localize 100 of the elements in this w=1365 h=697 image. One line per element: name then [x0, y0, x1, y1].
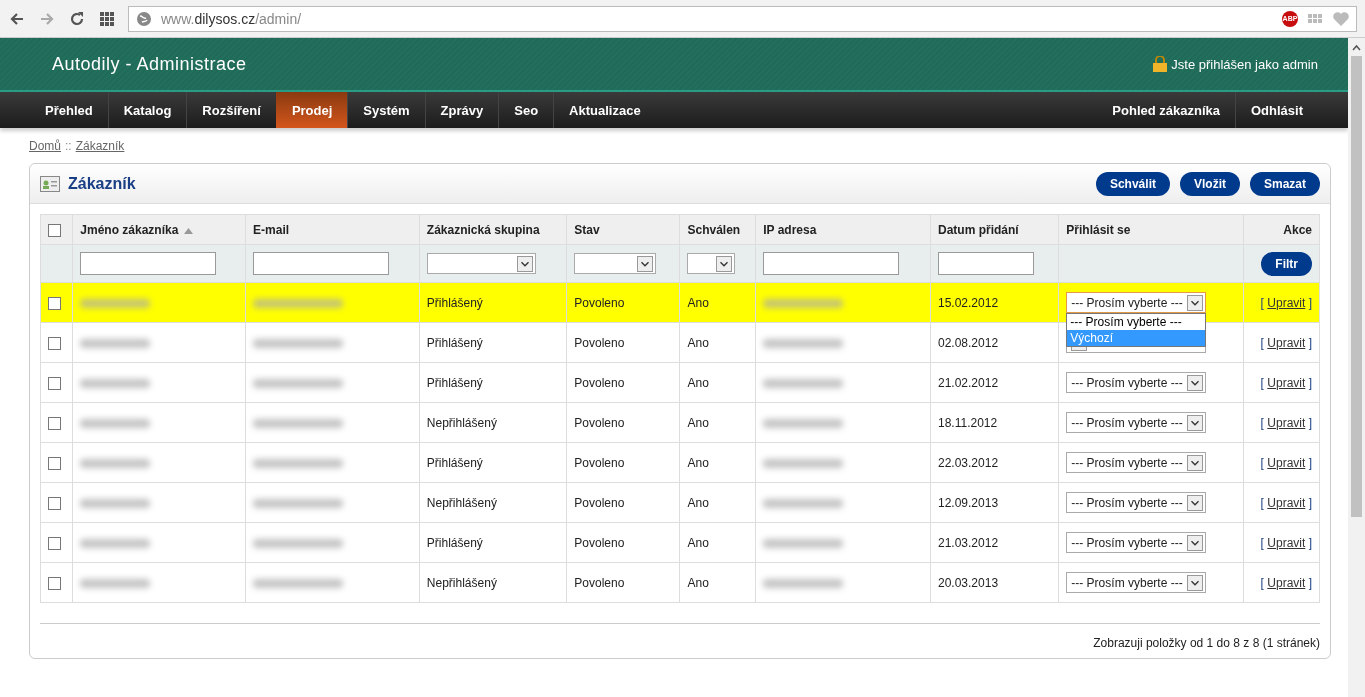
edit-link[interactable]: Upravit	[1267, 575, 1306, 590]
column-header[interactable]: Zákaznická skupina	[419, 214, 567, 245]
nav-tab[interactable]: Prodej	[275, 92, 348, 128]
nav-tab[interactable]: Odhlásit	[1235, 92, 1318, 128]
group-text: Přihlášený	[426, 455, 483, 470]
status-text: Povoleno	[574, 495, 625, 510]
nav-tab[interactable]: Aktualizace	[553, 92, 656, 128]
group-text: Přihlášený	[426, 375, 483, 390]
bracket: ]	[1308, 535, 1312, 550]
edit-link[interactable]: Upravit	[1267, 375, 1306, 390]
bracket: [	[1260, 295, 1264, 310]
apps-grid-icon[interactable]	[98, 9, 116, 28]
login-dropdown[interactable]: --- Prosím vyberte ---	[1066, 492, 1207, 513]
login-dropdown[interactable]: --- Prosím vyberte ---	[1066, 572, 1207, 593]
column-header[interactable]: Jméno zákazníka	[72, 214, 246, 245]
bracket: [	[1260, 495, 1264, 510]
login-dropdown[interactable]: --- Prosím vyberte ---	[1066, 412, 1207, 433]
bracket: [	[1260, 375, 1264, 390]
edit-link[interactable]: Upravit	[1267, 295, 1306, 310]
breadcrumb-separator: ::	[65, 139, 72, 153]
redacted-text	[80, 418, 151, 428]
breadcrumb-link[interactable]: Zákazník	[75, 139, 125, 153]
group-text: Přihlášený	[426, 335, 483, 350]
status-text: Povoleno	[574, 375, 625, 390]
date-text: 12.09.2013	[938, 495, 999, 510]
row-checkbox[interactable]	[48, 576, 61, 590]
action-button[interactable]: Schválit	[1095, 171, 1170, 196]
bracket: ]	[1308, 575, 1312, 590]
redacted-text	[80, 378, 151, 388]
approved-text: Ano	[687, 335, 709, 350]
login-dropdown[interactable]: --- Prosím vyberte ---	[1066, 292, 1207, 313]
column-header[interactable]: Akce	[1243, 214, 1320, 245]
filter-field[interactable]	[763, 252, 900, 275]
column-header[interactable]: E-mail	[245, 214, 420, 245]
row-checkbox[interactable]	[48, 296, 61, 310]
breadcrumb-link[interactable]: Domů	[29, 139, 61, 153]
column-header[interactable]: IP adresa	[755, 214, 931, 245]
column-header[interactable]: Stav	[566, 214, 680, 245]
login-dropdown[interactable]: --- Prosím vyberte ---	[1066, 452, 1207, 473]
redacted-text	[80, 578, 151, 588]
date-text: 15.02.2012	[938, 295, 999, 310]
redacted-text	[80, 498, 151, 508]
edit-link[interactable]: Upravit	[1267, 495, 1306, 510]
select-all-checkbox[interactable]	[48, 223, 61, 237]
bracket: ]	[1308, 455, 1312, 470]
action-button[interactable]: Smazat	[1249, 171, 1320, 196]
nav-tab[interactable]: Přehled	[30, 92, 108, 128]
approved-text: Ano	[687, 455, 709, 470]
redacted-text	[80, 338, 151, 348]
filter-field[interactable]	[938, 252, 1034, 275]
row-checkbox[interactable]	[48, 416, 61, 430]
filter-dropdown[interactable]	[687, 253, 736, 274]
action-button[interactable]: Vložit	[1179, 171, 1240, 196]
nav-tab[interactable]: Rozšíření	[186, 92, 276, 128]
bracket: ]	[1308, 375, 1312, 390]
pagination-text: Zobrazuji položky od 1 do 8 z 8 (1 stránek)	[1093, 636, 1320, 650]
row-checkbox[interactable]	[48, 536, 61, 550]
date-text: 20.03.2013	[938, 575, 999, 590]
nav-tab[interactable]: Seo	[498, 92, 554, 128]
row-checkbox[interactable]	[48, 376, 61, 390]
login-status: Jste přihlášen jako admin	[1153, 56, 1318, 72]
login-dropdown[interactable]: --- Prosím vyberte ---	[1066, 372, 1207, 393]
filter-field[interactable]	[80, 252, 217, 275]
filter-field[interactable]	[253, 252, 390, 275]
bracket: ]	[1308, 415, 1312, 430]
row-checkbox[interactable]	[48, 496, 61, 510]
nav-tab[interactable]: Pohled zákazníka	[1097, 92, 1235, 128]
scroll-thumb[interactable]	[1351, 56, 1362, 517]
date-text: 18.11.2012	[938, 415, 998, 430]
login-dropdown[interactable]: --- Prosím vyberte ---	[1066, 532, 1207, 553]
bracket: [	[1260, 415, 1264, 430]
status-text: Povoleno	[574, 575, 625, 590]
column-header[interactable]: Přihlásit se	[1058, 214, 1244, 245]
sort-up-icon	[184, 227, 194, 234]
scrollbar[interactable]	[1348, 38, 1365, 697]
filter-button[interactable]: Filtr	[1261, 251, 1312, 276]
nav-tab[interactable]: Zprávy	[424, 92, 499, 128]
status-text: Povoleno	[574, 535, 625, 550]
nav-tab[interactable]: Katalog	[107, 92, 187, 128]
nav-tab[interactable]: Systém	[347, 92, 425, 128]
filter-dropdown[interactable]	[426, 253, 536, 274]
column-header[interactable]: Schválen	[679, 214, 756, 245]
edit-link[interactable]: Upravit	[1267, 335, 1306, 350]
column-header[interactable]: Datum přidání	[930, 214, 1059, 245]
edit-link[interactable]: Upravit	[1267, 535, 1306, 550]
filter-dropdown[interactable]	[574, 253, 657, 274]
status-text: Povoleno	[574, 455, 625, 470]
scroll-up-icon[interactable]	[1352, 44, 1361, 52]
row-checkbox[interactable]	[48, 336, 61, 350]
edit-link[interactable]: Upravit	[1267, 455, 1306, 470]
url-text: www.dilysos.cz/admin/	[161, 10, 302, 27]
date-text: 22.03.2012	[938, 455, 999, 470]
reload-icon[interactable]	[68, 9, 86, 28]
bracket: ]	[1308, 335, 1312, 350]
status-text: Povoleno	[574, 295, 625, 310]
redacted-text	[80, 298, 151, 308]
row-checkbox[interactable]	[48, 456, 61, 470]
panel-title: Zákazník	[68, 174, 136, 193]
status-text: Povoleno	[574, 335, 625, 350]
edit-link[interactable]: Upravit	[1267, 415, 1306, 430]
